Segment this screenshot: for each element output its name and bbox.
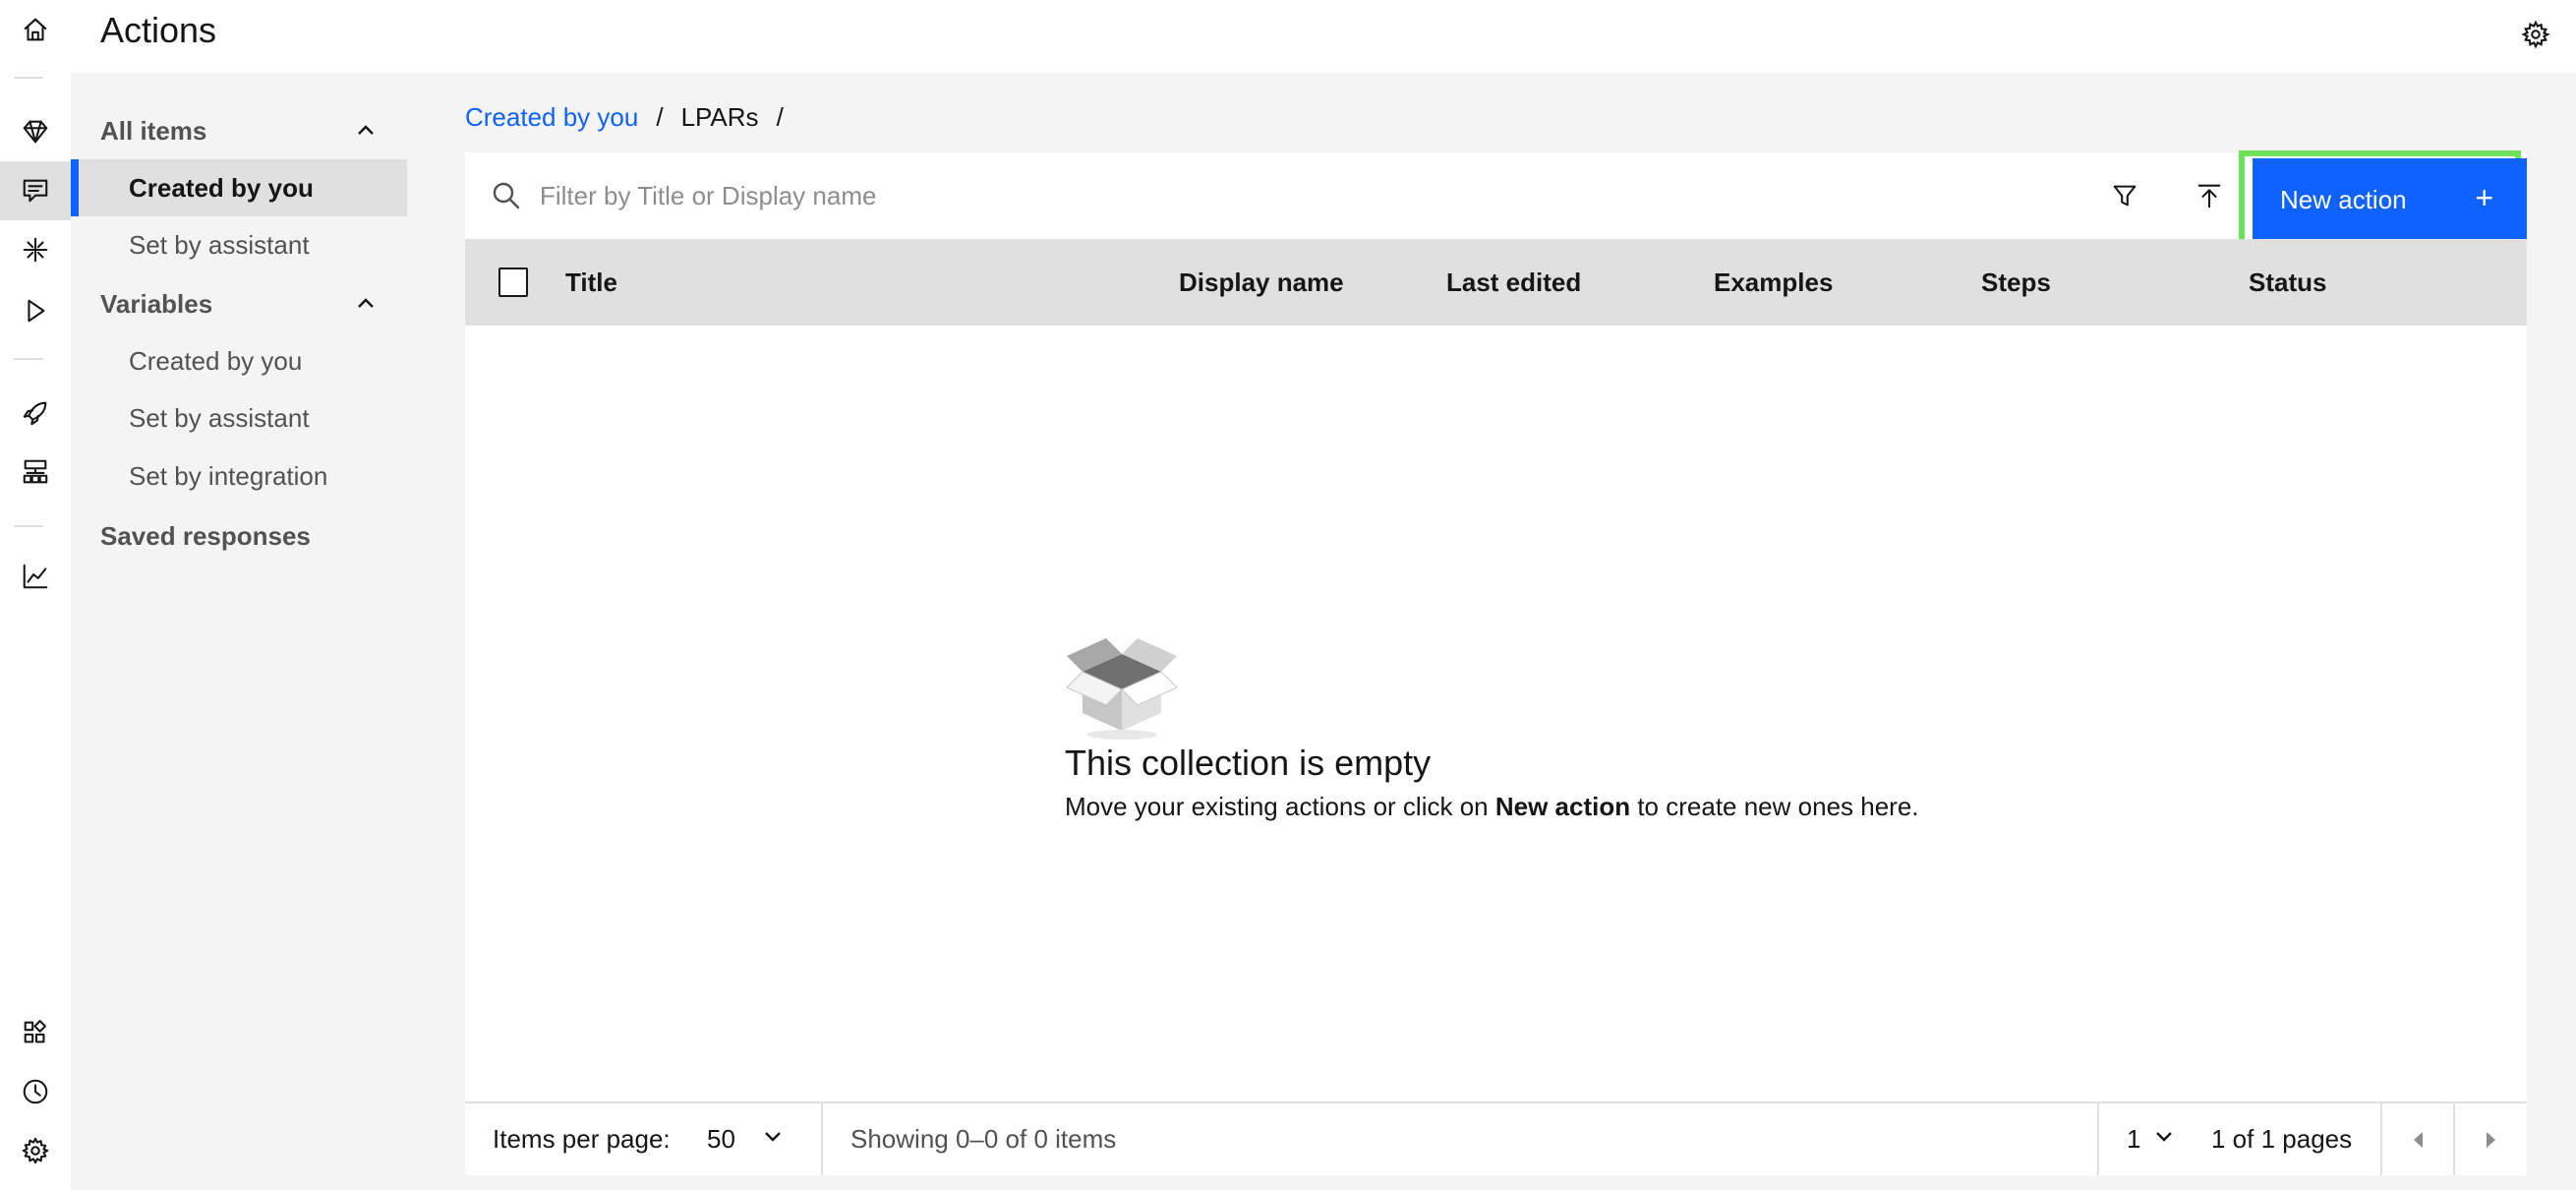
rail-divider	[14, 525, 43, 527]
empty-state-description: Move your existing actions or click on N…	[1065, 792, 1919, 822]
pages-text: 1 of 1 pages	[2211, 1124, 2353, 1154]
rail-divider	[14, 77, 43, 79]
analytics-icon[interactable]	[0, 547, 71, 606]
diamond-icon[interactable]	[0, 102, 71, 161]
nav-section-all-items[interactable]: All items	[71, 103, 407, 158]
nav-item-variables-set-by-integration[interactable]: Set by integration	[71, 447, 407, 505]
nav-section-saved-responses[interactable]: Saved responses	[71, 508, 407, 564]
upload-icon[interactable]	[2182, 168, 2237, 223]
nav-item-variables-set-by-assistant[interactable]: Set by assistant	[71, 389, 407, 446]
nav-section-label: Variables	[100, 288, 213, 319]
home-icon[interactable]	[0, 0, 71, 59]
nav-item-label: Set by assistant	[129, 402, 310, 433]
pagination: Items per page: 50 Showing 0–0 of 0 item…	[465, 1101, 2527, 1175]
table-toolbar: New action +	[465, 150, 2527, 253]
nav-section-label: All items	[100, 115, 207, 146]
history-icon[interactable]	[0, 1062, 71, 1121]
play-icon[interactable]	[0, 281, 71, 340]
rail-divider	[14, 358, 43, 360]
left-rail	[0, 0, 71, 1190]
empty-box-icon	[1066, 638, 1178, 740]
column-header-last-edited[interactable]: Last edited	[1446, 239, 1581, 326]
integrations-icon[interactable]	[0, 443, 71, 502]
column-header-title[interactable]: Title	[565, 239, 617, 326]
page-value: 1	[2127, 1124, 2141, 1154]
page-title: Actions	[100, 10, 217, 50]
new-action-label: New action	[2280, 184, 2407, 214]
chevron-up-icon[interactable]	[352, 290, 380, 318]
nav-item-label: Set by integration	[129, 460, 328, 491]
breadcrumb-separator: /	[656, 102, 664, 132]
chevron-up-icon[interactable]	[352, 117, 380, 145]
nav-item-label: Created by you	[129, 345, 303, 376]
nav-item-label: Set by assistant	[129, 229, 310, 260]
table-header: Title Display name Last edited Examples …	[465, 239, 2527, 326]
search-input[interactable]	[540, 168, 1523, 223]
items-per-page-label: Items per page:	[493, 1124, 671, 1154]
chevron-down-icon	[2152, 1124, 2176, 1155]
nav-item-set-by-assistant[interactable]: Set by assistant	[71, 216, 407, 273]
new-action-button[interactable]: New action +	[2253, 158, 2527, 241]
settings-icon[interactable]	[0, 1121, 71, 1180]
select-all-checkbox[interactable]	[498, 268, 528, 297]
column-header-steps[interactable]: Steps	[1981, 239, 2051, 326]
apps-icon[interactable]	[0, 1003, 71, 1062]
pager-divider	[2097, 1103, 2099, 1175]
items-per-page-select[interactable]: 50	[707, 1103, 785, 1175]
breadcrumb: Created by you / LPARs /	[465, 102, 784, 133]
column-header-examples[interactable]: Examples	[1714, 239, 1833, 326]
empty-state-title: This collection is empty	[1065, 743, 1432, 783]
chat-icon[interactable]	[0, 161, 71, 220]
filter-icon[interactable]	[2097, 168, 2152, 223]
nav-section-variables[interactable]: Variables	[71, 276, 407, 331]
previous-page-button[interactable]	[2382, 1103, 2453, 1175]
breadcrumb-link[interactable]: Created by you	[465, 102, 638, 133]
empty-state-desc-bold: New action	[1494, 792, 1631, 821]
plus-icon: +	[2475, 180, 2493, 215]
next-page-button[interactable]	[2455, 1103, 2527, 1175]
breadcrumb-separator: /	[776, 102, 784, 132]
nav-item-created-by-you[interactable]: Created by you	[71, 159, 407, 216]
items-range-text: Showing 0–0 of 0 items	[850, 1124, 1117, 1154]
column-header-status[interactable]: Status	[2249, 239, 2326, 326]
column-header-display-name[interactable]: Display name	[1179, 239, 1344, 326]
nav-section-label: Saved responses	[100, 520, 311, 551]
caret-left-icon	[2413, 1131, 2423, 1148]
gear-icon[interactable]	[2513, 12, 2558, 57]
empty-state-desc-suffix: to create new ones here.	[1630, 792, 1919, 821]
nav-item-label: Created by you	[129, 172, 314, 203]
nav-item-variables-created-by-you[interactable]: Created by you	[71, 332, 407, 389]
rocket-icon[interactable]	[0, 384, 71, 443]
actions-table: New action + Title Display name Last edi…	[465, 150, 2527, 1175]
search-icon	[491, 180, 522, 211]
page-select[interactable]: 1	[2127, 1103, 2176, 1175]
intents-icon[interactable]	[0, 220, 71, 279]
breadcrumb-current: LPARs	[680, 102, 759, 132]
chevron-down-icon	[761, 1124, 785, 1155]
page-header: Actions	[71, 0, 2576, 73]
items-per-page-value: 50	[707, 1124, 735, 1154]
empty-state-desc-prefix: Move your existing actions or click on	[1065, 792, 1495, 821]
pager-divider	[821, 1103, 823, 1175]
caret-right-icon	[2487, 1131, 2495, 1148]
